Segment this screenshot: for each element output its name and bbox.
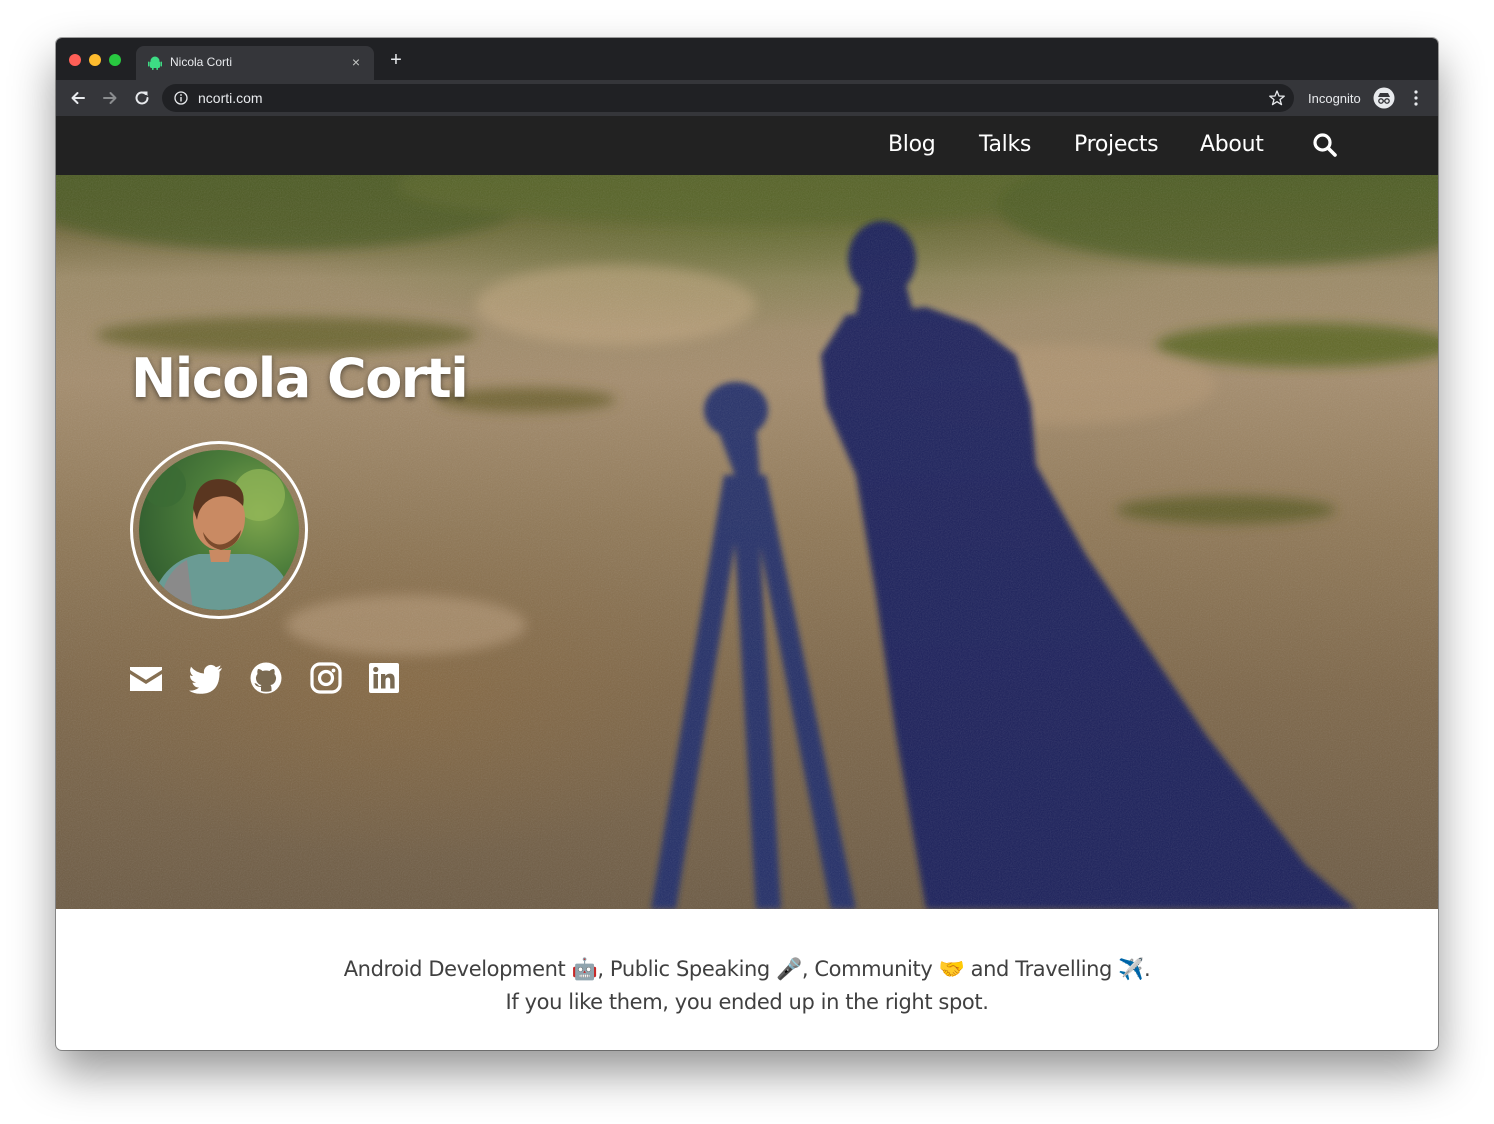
nav-link-talks[interactable]: Talks <box>979 132 1031 157</box>
info-icon[interactable] <box>174 91 188 105</box>
android-favicon-icon <box>148 56 162 70</box>
reload-icon[interactable] <box>132 88 152 108</box>
site-navbar: Blog Talks Projects About <box>56 116 1438 175</box>
zoom-window-button[interactable] <box>109 54 121 66</box>
address-bar[interactable]: ncorti.com <box>162 84 1294 112</box>
incognito-icon[interactable] <box>1373 87 1395 109</box>
linkedin-icon[interactable] <box>366 661 402 695</box>
new-tab-button[interactable]: + <box>386 50 406 70</box>
tab-title: Nicola Corti <box>170 55 233 69</box>
nav-link-blog[interactable]: Blog <box>888 132 936 157</box>
hero-banner: Nicola Corti <box>56 175 1438 909</box>
tagline: Android Development 🤖, Public Speaking 🎤… <box>56 953 1438 1019</box>
forward-arrow-icon[interactable] <box>100 88 120 108</box>
search-icon[interactable] <box>1312 132 1338 158</box>
tagline-line-interests: Android Development 🤖, Public Speaking 🎤… <box>343 957 1151 981</box>
nav-link-about[interactable]: About <box>1200 132 1264 157</box>
tab-close-icon[interactable]: × <box>348 54 364 70</box>
email-icon[interactable] <box>128 661 164 695</box>
bookmark-star-icon[interactable] <box>1268 89 1286 107</box>
close-window-button[interactable] <box>69 54 81 66</box>
browser-tab[interactable]: Nicola Corti × <box>136 46 374 80</box>
browser-toolbar: ncorti.com Incognito <box>56 80 1438 116</box>
instagram-icon[interactable] <box>308 661 344 695</box>
incognito-label[interactable]: Incognito <box>1308 91 1361 106</box>
twitter-icon[interactable] <box>188 661 224 695</box>
tab-strip: Nicola Corti × + <box>56 38 1438 80</box>
nav-link-projects[interactable]: Projects <box>1074 132 1159 157</box>
browser-window: Nicola Corti × + ncorti.com Incognito Bl… <box>56 38 1438 1050</box>
back-arrow-icon[interactable] <box>68 88 88 108</box>
profile-photo <box>142 463 294 610</box>
minimize-window-button[interactable] <box>89 54 101 66</box>
github-icon[interactable] <box>248 661 284 695</box>
url-text[interactable]: ncorti.com <box>198 90 263 106</box>
profile-avatar <box>130 441 308 619</box>
browser-menu-icon[interactable] <box>1408 89 1424 107</box>
tagline-line-welcome: If you like them, you ended up in the ri… <box>505 990 989 1014</box>
hero-title: Nicola Corti <box>131 347 469 410</box>
